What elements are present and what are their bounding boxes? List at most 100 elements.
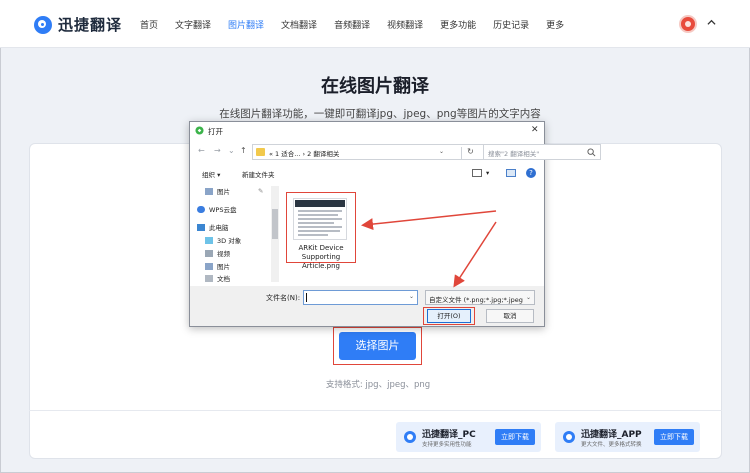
nav-item-text-translate[interactable]: 文字翻译 xyxy=(175,18,211,31)
nav-pane-label: 此电脑 xyxy=(209,224,229,232)
nav-scrollbar-thumb[interactable] xyxy=(272,209,278,239)
card-divider xyxy=(29,410,722,411)
filetype-select[interactable]: 自定义文件 (*.png;*.jpg;*.jpeg ⌄ xyxy=(425,290,535,305)
folder-icon xyxy=(256,148,265,156)
up-arrow-icon[interactable]: ↑ xyxy=(240,146,247,155)
preview-pane-icon[interactable] xyxy=(506,169,516,177)
file-thumbnail[interactable] xyxy=(293,198,347,240)
video-icon xyxy=(205,249,213,257)
avatar[interactable] xyxy=(679,15,697,33)
search-icon xyxy=(587,148,596,157)
download-subtitle: 支持更多实用性功能 xyxy=(422,442,472,448)
file-name-label[interactable]: ARKit Device Supporting Article.png xyxy=(290,244,352,271)
chevron-down-icon[interactable]: ⌄ xyxy=(409,293,414,300)
top-header: 迅捷翻译 首页 文字翻译 图片翻译 文档翻译 音频翻译 视频翻译 更多功能 历史… xyxy=(0,0,750,48)
thumbnail-line xyxy=(298,214,338,216)
page-title: 在线图片翻译 xyxy=(321,76,429,97)
thumbnail-line xyxy=(298,230,340,232)
nav-item-audio-translate[interactable]: 音频翻译 xyxy=(334,18,370,31)
app-logo-icon xyxy=(404,431,416,443)
download-pc-button[interactable]: 立即下载 xyxy=(495,429,535,445)
download-title: 迅捷翻译_APP xyxy=(581,430,642,440)
nav-item-image-translate[interactable]: 图片翻译 xyxy=(228,18,264,31)
chevron-down-icon[interactable]: ⌄ xyxy=(526,294,531,301)
organize-menu[interactable]: 组织 ▾ xyxy=(202,169,220,179)
breadcrumb[interactable]: « 1 适合... › 2 翻译相关 xyxy=(269,148,339,158)
logo[interactable]: 迅捷翻译 xyxy=(34,14,122,35)
nav-item-more[interactable]: 更多 xyxy=(546,18,564,31)
supported-formats: 支持格式: jpg、jpeg、png xyxy=(325,380,431,390)
main-nav: 首页 文字翻译 图片翻译 文档翻译 音频翻译 视频翻译 更多功能 历史记录 更多 xyxy=(140,18,581,31)
filename-input[interactable]: ⌄ xyxy=(303,290,418,305)
download-card-app: 迅捷翻译_APP 更大文件、更多格式转换 立即下载 xyxy=(555,422,700,452)
help-icon[interactable]: ? xyxy=(526,168,536,178)
search-placeholder: 搜索"2 翻译相关" xyxy=(488,150,540,158)
page-subtitle: 在线图片翻译功能，一键即可翻译jpg、jpeg、png等图片的文字内容 xyxy=(219,108,541,120)
thumbnail-line xyxy=(298,210,342,212)
open-button[interactable]: 打开(O) xyxy=(427,309,471,323)
nav-pane-label: 文档 xyxy=(217,275,230,282)
chevron-up-icon[interactable] xyxy=(707,18,716,27)
nav-item-home[interactable]: 首页 xyxy=(140,18,158,31)
chevron-down-icon[interactable]: ⌄ xyxy=(228,146,235,155)
search-input[interactable]: 搜索"2 翻译相关" xyxy=(483,144,601,160)
nav-pane-item[interactable]: 图片 xyxy=(205,261,230,271)
download-app-button[interactable]: 立即下载 xyxy=(654,429,694,445)
refresh-icon[interactable]: ↻ xyxy=(461,147,479,159)
download-subtitle: 更大文件、更多格式转换 xyxy=(581,442,642,448)
dialog-title: 打开 xyxy=(208,127,223,136)
forward-arrow-icon[interactable]: → xyxy=(214,146,221,155)
nav-pane-label: 图片 xyxy=(217,263,230,271)
app-logo-icon xyxy=(563,431,575,443)
computer-icon xyxy=(197,223,205,231)
download-title: 迅捷翻译_PC xyxy=(422,430,476,440)
filetype-value: 自定义文件 (*.png;*.jpg;*.jpeg xyxy=(429,296,523,304)
pin-icon: ✎ xyxy=(258,187,264,195)
logo-text: 迅捷翻译 xyxy=(58,16,123,34)
chevron-down-icon[interactable]: ▾ xyxy=(486,169,489,177)
select-image-button[interactable]: 选择图片 xyxy=(339,332,416,360)
thumbnail-header xyxy=(295,200,345,207)
open-file-dialog: 打开 ✕ ← → ⌄ ↑ « 1 适合... › 2 翻译相关 ⌄ ↻ 搜索"2… xyxy=(189,121,601,327)
view-icon[interactable] xyxy=(472,169,482,177)
download-card-pc: 迅捷翻译_PC 支持更多实用性功能 立即下载 xyxy=(396,422,541,452)
logo-icon xyxy=(34,15,52,34)
cube-icon xyxy=(205,236,213,244)
dialog-app-icon xyxy=(195,126,204,135)
dialog-titlebar[interactable]: 打开 ✕ xyxy=(190,122,544,140)
nav-pane-item[interactable]: 3D 对象 xyxy=(205,235,241,245)
thumbnail-line xyxy=(298,234,328,236)
nav-pane-item[interactable]: 此电脑 xyxy=(197,222,229,232)
nav-item-video-translate[interactable]: 视频翻译 xyxy=(387,18,423,31)
thumbnail-line xyxy=(298,222,334,224)
thumbnail-line xyxy=(298,226,342,228)
nav-pane-label: WPS云盘 xyxy=(209,206,237,214)
pictures-icon xyxy=(205,187,213,195)
address-bar[interactable]: « 1 适合... › 2 翻译相关 ⌄ ↻ 搜索"2 翻译相关" xyxy=(252,144,601,160)
thumbnail-line xyxy=(298,218,342,220)
address-bar-row: ← → ⌄ ↑ « 1 适合... › 2 翻译相关 ⌄ ↻ 搜索"2 翻译相关… xyxy=(190,142,601,162)
nav-pane-item[interactable]: 视频 xyxy=(205,248,230,258)
pictures-icon xyxy=(205,262,213,270)
nav-item-more-features[interactable]: 更多功能 xyxy=(440,18,476,31)
close-icon[interactable]: ✕ xyxy=(531,125,539,135)
nav-pane-item[interactable]: 图片 ✎ xyxy=(205,186,263,196)
dialog-toolbar: 组织 ▾ 新建文件夹 ▾ ? xyxy=(190,166,544,182)
navigation-pane: 图片 ✎ WPS云盘 此电脑 3D 对象 视频 图片 文档 xyxy=(197,184,279,284)
cancel-button[interactable]: 取消 xyxy=(486,309,534,323)
nav-item-doc-translate[interactable]: 文档翻译 xyxy=(281,18,317,31)
nav-pane-label: 视频 xyxy=(217,250,230,258)
nav-pane-label: 3D 对象 xyxy=(217,237,242,245)
back-arrow-icon[interactable]: ← xyxy=(198,146,205,155)
document-icon xyxy=(205,274,213,282)
cloud-icon xyxy=(197,205,205,213)
filename-label: 文件名(N): xyxy=(266,294,301,302)
nav-item-history[interactable]: 历史记录 xyxy=(493,18,529,31)
dialog-footer: 文件名(N): ⌄ 自定义文件 (*.png;*.jpg;*.jpeg ⌄ 打开… xyxy=(190,286,544,326)
nav-pane-item[interactable]: 文档 xyxy=(205,274,230,282)
text-caret xyxy=(306,293,307,302)
nav-pane-label: 图片 xyxy=(217,188,230,196)
chevron-down-icon[interactable]: ⌄ xyxy=(439,148,444,155)
new-folder-button[interactable]: 新建文件夹 xyxy=(242,169,275,179)
nav-pane-item[interactable]: WPS云盘 xyxy=(197,204,236,214)
